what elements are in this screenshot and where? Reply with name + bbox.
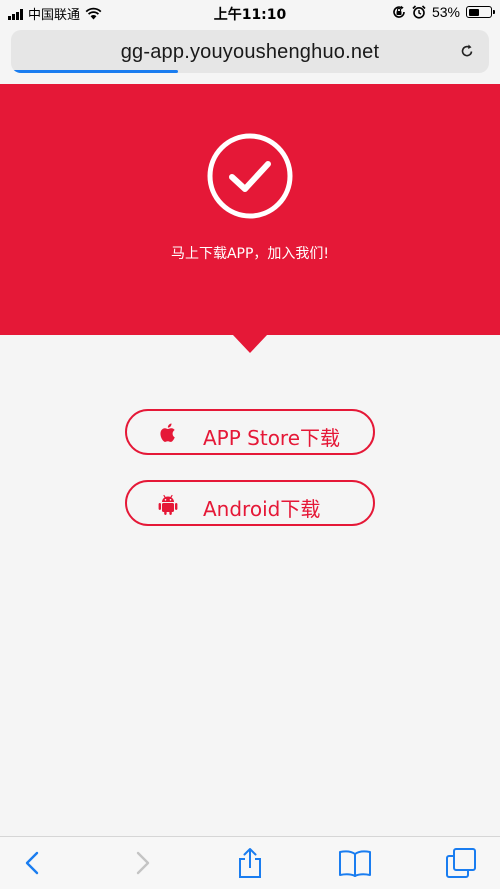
android-icon — [158, 494, 178, 515]
tabs-icon — [446, 848, 476, 878]
status-right: 53% — [392, 4, 495, 20]
browser-header: gg-app.youyoushenghuo.net — [0, 26, 500, 84]
back-icon — [25, 851, 39, 875]
reload-icon[interactable] — [459, 43, 475, 59]
share-icon — [239, 848, 261, 878]
share-button[interactable] — [233, 848, 267, 878]
appstore-download-button[interactable]: APP Store下载 — [125, 409, 375, 455]
status-bar: 中国联通 上午11:10 53% — [0, 0, 500, 26]
hero-notch — [233, 335, 267, 353]
browser-toolbar — [0, 836, 500, 889]
address-bar[interactable]: gg-app.youyoushenghuo.net — [11, 30, 489, 73]
bookmarks-icon — [339, 850, 371, 877]
android-download-label: Android下载 — [203, 497, 321, 521]
battery-level — [468, 8, 480, 16]
hero-message: 马上下载APP，加入我们! — [170, 246, 330, 262]
alarm-icon — [412, 5, 426, 19]
apple-icon — [160, 423, 175, 442]
back-button[interactable] — [16, 848, 50, 878]
url-text[interactable]: gg-app.youyoushenghuo.net — [11, 41, 489, 64]
forward-button[interactable] — [125, 848, 159, 878]
checkmark-circle-icon — [207, 133, 293, 219]
bookmarks-button[interactable] — [338, 848, 372, 878]
appstore-download-label: APP Store下载 — [203, 426, 341, 450]
forward-icon — [136, 851, 150, 875]
tabs-button[interactable] — [444, 848, 478, 878]
android-download-button[interactable]: Android下载 — [125, 480, 375, 526]
orientation-lock-icon — [393, 5, 405, 18]
battery-icon — [466, 6, 495, 18]
battery-percent: 53% — [431, 4, 460, 20]
battery-tip — [493, 10, 495, 14]
hero-banner: 马上下载APP，加入我们! — [0, 84, 500, 335]
load-progress-bar — [11, 70, 179, 73]
